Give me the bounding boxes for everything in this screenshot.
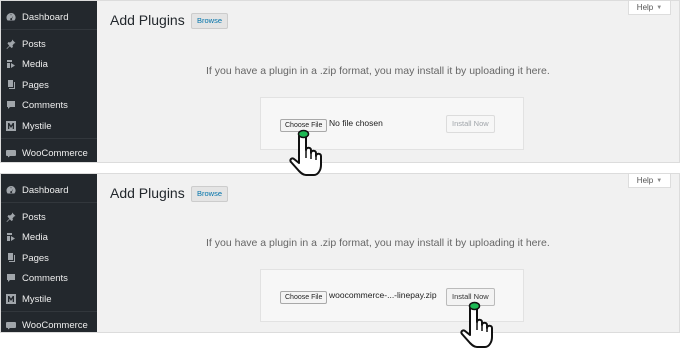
sidebar-item-label: Posts [22,211,46,223]
sidebar-item-dashboard[interactable]: Dashboard [1,7,97,27]
mystile-icon [6,294,16,304]
sidebar-separator [1,311,97,312]
page-title: Add Plugins [110,185,185,201]
sidebar-item-label: Dashboard [22,184,69,196]
help-label: Help [636,176,654,185]
sidebar-item-posts[interactable]: Posts [1,207,97,227]
file-status: woocommerce-...-linepay.zip [329,290,437,300]
help-label: Help [636,3,654,12]
sidebar-item-label: Pages [22,252,49,264]
admin-sidebar: Dashboard Posts Media Pages Comments Mys… [1,1,97,162]
help-button[interactable]: Help ▼ [628,1,671,15]
sidebar-item-label: WooCommerce [22,147,88,159]
pin-icon [6,39,16,49]
sidebar-item-posts[interactable]: Posts [1,34,97,54]
pin-icon [6,212,16,222]
woocommerce-icon [6,148,16,158]
sidebar-item-label: WooCommerce [22,319,88,331]
sidebar-item-label: Mystile [22,120,52,132]
sidebar-item-label: Mystile [22,293,52,305]
admin-sidebar: Dashboard Posts Media Pages Comments Mys… [1,174,97,332]
sidebar-item-label: Pages [22,79,49,91]
caret-down-icon: ▼ [656,4,663,11]
mystile-icon [6,121,16,131]
choose-file-button[interactable]: Choose File [280,291,328,304]
browse-button[interactable]: Browse [191,13,229,29]
sidebar-item-comments[interactable]: Comments [1,95,97,115]
sidebar-item-pages[interactable]: Pages [1,248,97,268]
sidebar-item-woocommerce[interactable]: WooCommerce [1,143,97,162]
dashboard-icon [6,12,16,22]
sidebar-item-woocommerce[interactable]: WooCommerce [1,315,97,332]
sidebar-item-label: Dashboard [22,11,69,23]
sidebar-item-label: Comments [22,99,68,111]
media-icon [6,232,16,242]
step-2-panel: Dashboard Posts Media Pages Comments Mys… [0,173,680,333]
caret-down-icon: ▼ [656,177,663,184]
pages-icon [6,253,16,263]
sidebar-item-label: Comments [22,272,68,284]
comment-icon [6,273,16,283]
dashboard-icon [6,185,16,195]
sidebar-item-mystile[interactable]: Mystile [1,289,97,309]
browse-button[interactable]: Browse [191,186,229,202]
pointer-hand-icon [452,300,498,350]
comment-icon [6,100,16,110]
sidebar-item-mystile[interactable]: Mystile [1,116,97,136]
page-title: Add Plugins [110,12,185,28]
sidebar-separator [1,138,97,139]
sidebar-separator [1,202,97,203]
upload-instruction: If you have a plugin in a .zip format, y… [206,65,550,77]
sidebar-item-comments[interactable]: Comments [1,268,97,288]
sidebar-item-label: Posts [22,38,46,50]
upload-instruction: If you have a plugin in a .zip format, y… [206,237,550,249]
sidebar-item-label: Media [22,231,48,243]
sidebar-separator [1,29,97,30]
pages-icon [6,80,16,90]
woocommerce-icon [6,320,16,330]
sidebar-item-media[interactable]: Media [1,54,97,74]
sidebar-item-dashboard[interactable]: Dashboard [1,180,97,200]
sidebar-item-pages[interactable]: Pages [1,75,97,95]
media-icon [6,59,16,69]
file-status: No file chosen [329,118,383,128]
sidebar-item-media[interactable]: Media [1,227,97,247]
help-button[interactable]: Help ▼ [628,174,671,188]
pointer-hand-icon [281,128,327,178]
step-1-panel: Dashboard Posts Media Pages Comments Mys… [0,0,680,163]
install-now-button[interactable]: Install Now [446,115,495,133]
sidebar-item-label: Media [22,58,48,70]
